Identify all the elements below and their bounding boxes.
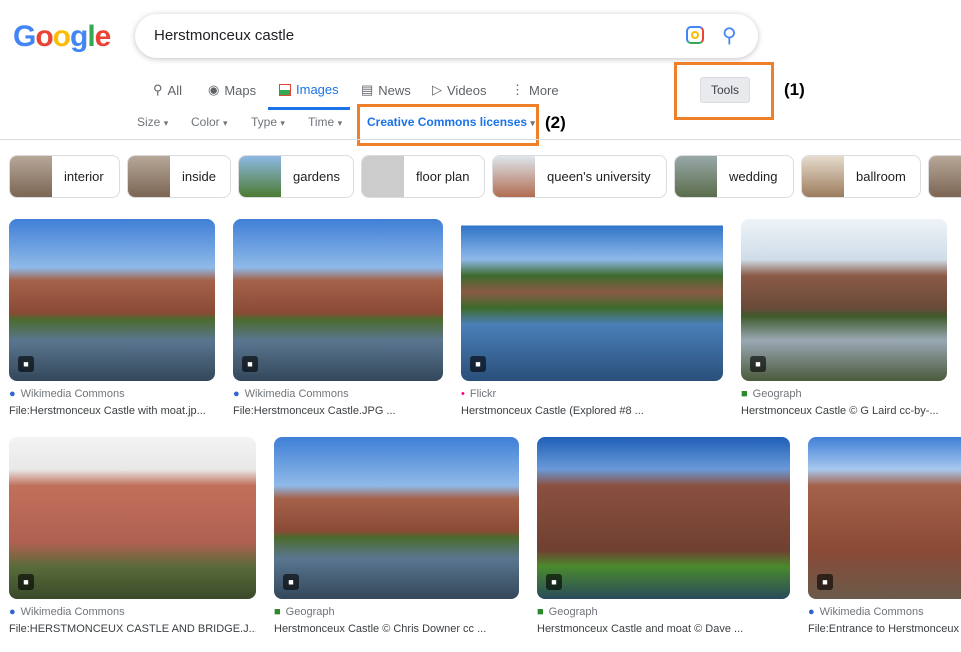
chip-floor-plan[interactable]: floor plan [361,155,485,198]
chip-queens-university[interactable]: queen's university [492,155,667,198]
search-icon: ⚲ [153,82,163,97]
image-badge-icon: ■ [18,356,34,372]
search-input[interactable]: Herstmonceux castle [154,27,294,44]
chip-thumbnail [362,156,404,197]
result-image[interactable]: ■ [461,219,723,381]
camera-icon[interactable] [686,26,704,44]
chip-interior[interactable]: interior [9,155,120,198]
result-source[interactable]: ● Wikimedia Commons [9,388,125,400]
chip-thumbnail [239,156,281,197]
tab-all[interactable]: ⚲ All [153,82,182,98]
result-title[interactable]: Herstmonceux Castle and moat © Dave ... [537,623,790,635]
chip-thumbnail [929,156,961,197]
geograph-icon: ■ [741,388,748,400]
tab-more[interactable]: ⋮ More [511,82,559,98]
result-source[interactable]: ■ Geograph [741,388,802,400]
image-icon [279,83,291,96]
tab-maps[interactable]: ◉ Maps [208,82,256,98]
geograph-icon: ■ [274,606,281,618]
caret-down-icon: ▾ [280,118,285,128]
result-title[interactable]: File:HERSTMONCEUX CASTLE AND BRIDGE.J... [9,623,256,635]
play-icon: ▷ [432,82,442,97]
tab-videos[interactable]: ▷ Videos [432,82,487,98]
result-source[interactable]: • Flickr [461,388,496,400]
result-image[interactable]: ■ [274,437,519,599]
chip-thumbnail [10,156,52,197]
result-title[interactable]: Herstmonceux Castle © G Laird cc-by-... [741,405,947,417]
filter-color[interactable]: Color ▾ [191,115,228,129]
chip-inside[interactable]: inside [127,155,231,198]
image-badge-icon: ■ [18,574,34,590]
chip-thumbnail [802,156,844,197]
wikimedia-icon: ● [9,388,16,400]
result-image[interactable]: ■ [537,437,790,599]
news-icon: ▤ [361,82,374,97]
result-image[interactable]: ■ [808,437,961,599]
result-image[interactable]: ■ [741,219,947,381]
google-logo[interactable]: Google [13,20,111,54]
chip-thumbnail [675,156,717,197]
result-title[interactable]: Herstmonceux Castle (Explored #8 ... [461,405,723,417]
result-source[interactable]: ● Wikimedia Commons [233,388,349,400]
image-badge-icon: ■ [242,356,258,372]
chip-more[interactable] [928,155,961,198]
more-vert-icon: ⋮ [511,82,524,97]
tab-news[interactable]: ▤ News [361,82,411,98]
result-title[interactable]: File:Entrance to Herstmonceux [808,623,961,635]
result-image[interactable]: ■ [9,219,215,381]
image-badge-icon: ■ [470,356,486,372]
wikimedia-icon: ● [808,606,815,618]
chip-thumbnail [128,156,170,197]
search-icon[interactable]: ⚲ [722,23,737,48]
chip-wedding[interactable]: wedding [674,155,794,198]
result-source[interactable]: ● Wikimedia Commons [9,606,125,618]
highlight-box-tools [674,62,774,120]
flickr-icon: • [461,388,465,400]
search-box[interactable]: Herstmonceux castle ⚲ [135,14,758,58]
divider [0,139,961,140]
image-badge-icon: ■ [546,574,562,590]
filter-time[interactable]: Time ▾ [308,115,342,129]
result-source[interactable]: ■ Geograph [537,606,598,618]
chip-gardens[interactable]: gardens [238,155,354,198]
caret-down-icon: ▾ [223,118,228,128]
image-badge-icon: ■ [283,574,299,590]
map-pin-icon: ◉ [208,82,220,97]
image-badge-icon: ■ [817,574,833,590]
active-tab-indicator [268,107,350,110]
result-title[interactable]: File:Herstmonceux Castle.JPG ... [233,405,443,417]
result-title[interactable]: Herstmonceux Castle © Chris Downer cc ..… [274,623,519,635]
result-source[interactable]: ■ Geograph [274,606,335,618]
annotation-2: (2) [545,113,566,132]
image-badge-icon: ■ [750,356,766,372]
caret-down-icon: ▾ [163,118,169,128]
filter-size[interactable]: Size ▾ [137,115,168,129]
tab-images[interactable]: Images [279,82,339,97]
result-image[interactable]: ■ [233,219,443,381]
wikimedia-icon: ● [233,388,240,400]
chip-ballroom[interactable]: ballroom [801,155,921,198]
result-title[interactable]: File:Herstmonceux Castle with moat.jp... [9,405,215,417]
caret-down-icon: ▾ [337,118,343,128]
wikimedia-icon: ● [9,606,16,618]
filter-type[interactable]: Type ▾ [251,115,285,129]
chip-thumbnail [493,156,535,197]
geograph-icon: ■ [537,606,544,618]
annotation-1: (1) [784,80,805,99]
result-image[interactable]: ■ [9,437,256,599]
result-source[interactable]: ● Wikimedia Commons [808,606,924,618]
